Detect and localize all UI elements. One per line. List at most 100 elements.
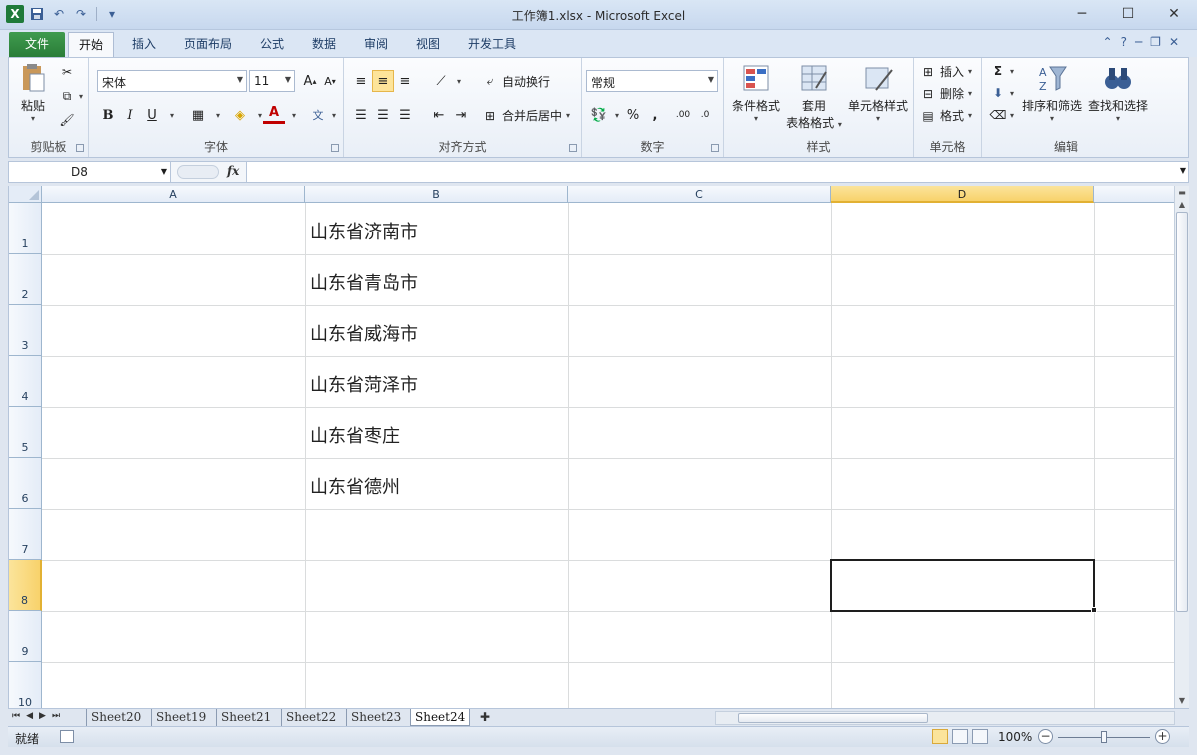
cell-b3[interactable]: 山东省威海市 xyxy=(310,320,418,346)
tab-data[interactable]: 数据 xyxy=(302,32,346,57)
sheet-tab-sheet20[interactable]: Sheet20 xyxy=(86,709,145,726)
merge-center-button[interactable]: ⊞ 合并后居中 ▾ xyxy=(482,107,570,124)
conditional-format-button[interactable]: 条件格式 ▾ xyxy=(728,62,784,123)
maximize-icon[interactable]: ☐ xyxy=(1105,0,1151,28)
number-launcher-icon[interactable] xyxy=(711,144,719,152)
insert-cells-button[interactable]: ⊞ 插入 ▾ xyxy=(920,63,972,80)
phonetic-dropdown-icon[interactable]: ▾ xyxy=(323,104,345,126)
zoom-slider-thumb[interactable] xyxy=(1101,731,1107,743)
tab-formulas[interactable]: 公式 xyxy=(250,32,294,57)
italic-icon[interactable]: I xyxy=(119,104,141,126)
cell-b4[interactable]: 山东省菏泽市 xyxy=(310,371,418,397)
insert-sheet-icon[interactable]: ✚ xyxy=(476,709,494,726)
orientation-dropdown-icon[interactable]: ▾ xyxy=(448,70,470,92)
doc-close-icon[interactable]: ✕ xyxy=(1169,35,1179,49)
tab-file[interactable]: 文件 xyxy=(9,32,65,57)
scroll-up-icon[interactable]: ▲ xyxy=(1175,198,1189,212)
underline-dropdown-icon[interactable]: ▾ xyxy=(161,104,183,126)
wrap-text-button[interactable]: ⤶ 自动换行 xyxy=(482,73,550,90)
active-cell-d8[interactable] xyxy=(830,559,1095,612)
cell-b6[interactable]: 山东省德州 xyxy=(310,473,400,499)
horizontal-scroll-thumb[interactable] xyxy=(738,713,928,723)
align-right-icon[interactable]: ☰ xyxy=(394,104,416,126)
name-box[interactable]: D8 ▼ xyxy=(9,162,171,182)
record-macro-icon[interactable] xyxy=(60,730,74,743)
fill-color-icon[interactable]: ◈ xyxy=(229,104,251,126)
paste-dropdown-icon[interactable]: ▾ xyxy=(31,114,35,123)
close-icon[interactable]: ✕ xyxy=(1151,0,1197,28)
vertical-scrollbar[interactable]: ▬ ▲ ▼ xyxy=(1174,186,1189,708)
number-format-combo[interactable]: 常规 ▼ xyxy=(586,70,718,92)
increase-decimal-icon[interactable]: .00 xyxy=(672,104,694,126)
paste-button[interactable]: 粘贴 ▾ xyxy=(15,62,51,123)
column-header-c[interactable]: C xyxy=(568,186,831,203)
font-name-combo[interactable]: 宋体 ▼ xyxy=(97,70,247,92)
shrink-font-icon[interactable]: A ▾ xyxy=(319,70,341,92)
tab-developer[interactable]: 开发工具 xyxy=(458,32,526,57)
tab-page-layout[interactable]: 页面布局 xyxy=(174,32,242,57)
sheet-tab-sheet23[interactable]: Sheet23 xyxy=(346,709,405,726)
expand-formula-bar-icon[interactable]: ▼ xyxy=(1180,166,1186,175)
row-header-6[interactable]: 6 xyxy=(9,458,42,509)
copy-button[interactable]: ⧉ ▾ xyxy=(59,88,83,104)
row-header-1[interactable]: 1 xyxy=(9,203,42,254)
comma-style-icon[interactable]: , xyxy=(644,104,666,126)
align-bottom-icon[interactable]: ≡ xyxy=(394,70,416,92)
autosum-button[interactable]: Σ ▾ xyxy=(990,63,1014,79)
worksheet-grid[interactable]: A B C D 1 2 3 4 5 6 7 8 9 10 山东省济南市 山东省青… xyxy=(8,186,1174,708)
sheet-tab-sheet22[interactable]: Sheet22 xyxy=(281,709,340,726)
page-break-view-icon[interactable] xyxy=(972,729,988,744)
border-icon[interactable]: ▦ xyxy=(187,104,209,126)
row-header-8[interactable]: 8 xyxy=(9,560,42,611)
tab-home[interactable]: 开始 xyxy=(68,32,115,57)
prev-sheet-icon[interactable]: ◀ xyxy=(26,711,33,721)
cell-b2[interactable]: 山东省青岛市 xyxy=(310,269,418,295)
row-header-9[interactable]: 9 xyxy=(9,611,42,662)
cut-button[interactable]: ✂ xyxy=(59,64,75,80)
font-launcher-icon[interactable] xyxy=(331,144,339,152)
clear-button[interactable]: ⌫ ▾ xyxy=(990,107,1015,123)
row-header-4[interactable]: 4 xyxy=(9,356,42,407)
decrease-indent-icon[interactable]: ⇤ xyxy=(428,104,450,126)
sort-filter-button[interactable]: AZ 排序和筛选 ▾ xyxy=(1020,62,1084,123)
grow-font-icon[interactable]: A ▴ xyxy=(299,70,321,92)
border-dropdown-icon[interactable]: ▾ xyxy=(207,104,229,126)
find-select-button[interactable]: 查找和选择 ▾ xyxy=(1086,62,1150,123)
format-as-table-button[interactable]: 套用 表格格式 ▾ xyxy=(784,62,844,131)
format-painter-button[interactable]: 🖌 xyxy=(59,112,75,128)
formula-input[interactable] xyxy=(251,165,1168,179)
align-center-icon[interactable]: ☰ xyxy=(372,104,394,126)
row-header-3[interactable]: 3 xyxy=(9,305,42,356)
insert-function-icon[interactable]: fx xyxy=(227,164,239,178)
delete-cells-button[interactable]: ⊟ 删除 ▾ xyxy=(920,85,972,102)
help-icon[interactable]: ? xyxy=(1121,35,1127,49)
underline-icon[interactable]: U xyxy=(141,104,163,126)
column-header-e[interactable] xyxy=(1094,186,1174,203)
horizontal-scrollbar[interactable] xyxy=(715,711,1175,725)
first-sheet-icon[interactable]: ⏮ xyxy=(12,711,20,721)
format-cells-button[interactable]: ▤ 格式 ▾ xyxy=(920,107,972,124)
doc-restore-icon[interactable]: ❐ xyxy=(1150,35,1161,49)
font-color-icon[interactable]: A xyxy=(263,104,285,124)
sheet-tab-sheet19[interactable]: Sheet19 xyxy=(151,709,210,726)
tab-view[interactable]: 视图 xyxy=(406,32,450,57)
column-header-d[interactable]: D xyxy=(831,186,1094,203)
sheet-tab-sheet21[interactable]: Sheet21 xyxy=(216,709,275,726)
increase-indent-icon[interactable]: ⇥ xyxy=(450,104,472,126)
fill-handle[interactable] xyxy=(1091,607,1097,613)
row-header-10[interactable]: 10 xyxy=(9,662,42,708)
page-layout-view-icon[interactable] xyxy=(952,729,968,744)
zoom-out-icon[interactable]: − xyxy=(1038,729,1053,744)
scroll-down-icon[interactable]: ▼ xyxy=(1175,694,1189,708)
tab-insert[interactable]: 插入 xyxy=(122,32,166,57)
next-sheet-icon[interactable]: ▶ xyxy=(39,711,46,721)
decrease-decimal-icon[interactable]: .0 xyxy=(694,104,716,126)
row-header-7[interactable]: 7 xyxy=(9,509,42,560)
cell-styles-button[interactable]: 单元格样式 ▾ xyxy=(846,62,910,123)
percent-icon[interactable]: % xyxy=(622,104,644,126)
minimize-icon[interactable]: ─ xyxy=(1059,0,1105,28)
doc-minimize-icon[interactable]: ─ xyxy=(1135,35,1142,49)
align-top-icon[interactable]: ≡ xyxy=(350,70,372,92)
last-sheet-icon[interactable]: ⏭ xyxy=(52,711,60,721)
sheet-tab-sheet24[interactable]: Sheet24 xyxy=(410,709,471,726)
